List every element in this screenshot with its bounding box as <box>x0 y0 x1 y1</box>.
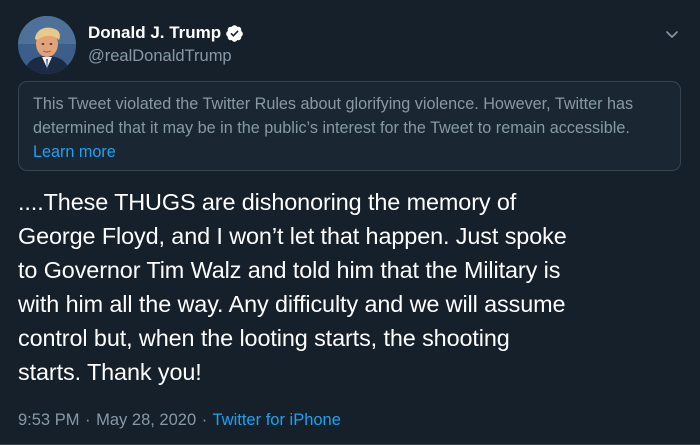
learn-more-link[interactable]: Learn more <box>33 143 116 161</box>
tweet-text-line: starts. Thank you! <box>18 359 202 385</box>
tweet-source-link[interactable]: Twitter for iPhone <box>213 411 341 429</box>
avatar-image <box>18 16 76 74</box>
tweet-meta: 9:53 PM · May 28, 2020 · Twitter for iPh… <box>18 409 341 431</box>
author-display-name[interactable]: Donald J. Trump <box>88 23 221 43</box>
tweet-text-line: control but, when the looting starts, th… <box>18 325 510 351</box>
tweet-text-line: George Floyd, and I won’t let that happe… <box>18 223 567 249</box>
meta-separator: · <box>85 411 91 429</box>
tweet-header: Donald J. Trump @realDonaldTrump <box>18 16 244 74</box>
tweet-text-line: ....These THUGS are dishonoring the memo… <box>18 189 517 215</box>
tweet-time[interactable]: 9:53 PM <box>18 411 79 429</box>
notice-text: This Tweet violated the Twitter Rules ab… <box>33 95 634 137</box>
author-names: Donald J. Trump @realDonaldTrump <box>88 23 244 66</box>
name-row: Donald J. Trump <box>88 23 244 43</box>
chevron-down-icon[interactable] <box>664 26 680 42</box>
tweet-text-line: with him all the way. Any difficulty and… <box>18 291 566 317</box>
tweet-text-line: to Governor Tim Walz and told him that t… <box>18 257 561 283</box>
tweet-card: Donald J. Trump @realDonaldTrump This Tw… <box>0 0 700 445</box>
tweet-text: ....These THUGS are dishonoring the memo… <box>18 185 690 389</box>
meta-separator: · <box>201 411 208 429</box>
avatar[interactable] <box>18 16 76 74</box>
tweet-date[interactable]: May 28, 2020 <box>96 411 196 429</box>
verified-badge-icon <box>225 24 244 43</box>
rules-violation-notice: This Tweet violated the Twitter Rules ab… <box>18 81 681 171</box>
author-handle[interactable]: @realDonaldTrump <box>88 46 244 66</box>
